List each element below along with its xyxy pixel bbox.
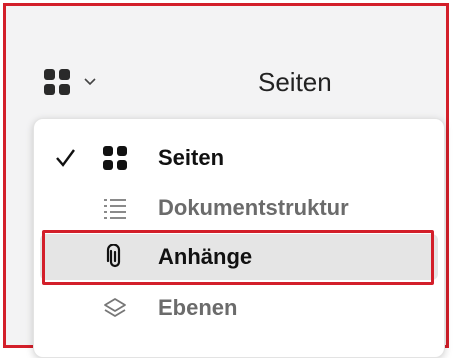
screenshot-frame: Seiten Seiten Dokumentstruktur Anhänge E… [3, 3, 449, 358]
panel-header: Seiten [6, 6, 446, 118]
menu-item-anhaenge[interactable]: Anhänge [40, 234, 438, 280]
menu-item-seiten[interactable]: Seiten [40, 135, 438, 181]
view-dropdown-menu: Seiten Dokumentstruktur Anhänge Ebenen [33, 118, 445, 358]
paperclip-icon [106, 244, 121, 268]
menu-item-label: Dokumentstruktur [158, 195, 349, 220]
menu-item-label: Anhänge [158, 244, 253, 269]
layers-icon [104, 298, 126, 317]
chevron-down-icon [84, 78, 96, 86]
grid-view-icon [102, 145, 128, 171]
menu-item-dokumentstruktur[interactable]: Dokumentstruktur [40, 185, 438, 231]
view-switcher-button[interactable] [44, 64, 96, 100]
menu-item-label: Seiten [158, 145, 225, 170]
panel-title: Seiten [258, 67, 332, 97]
checkmark-icon [56, 149, 75, 167]
menu-item-label: Ebenen [158, 295, 238, 320]
list-icon [104, 199, 126, 219]
menu-item-ebenen[interactable]: Ebenen [40, 285, 438, 331]
grid-view-icon [44, 69, 70, 95]
